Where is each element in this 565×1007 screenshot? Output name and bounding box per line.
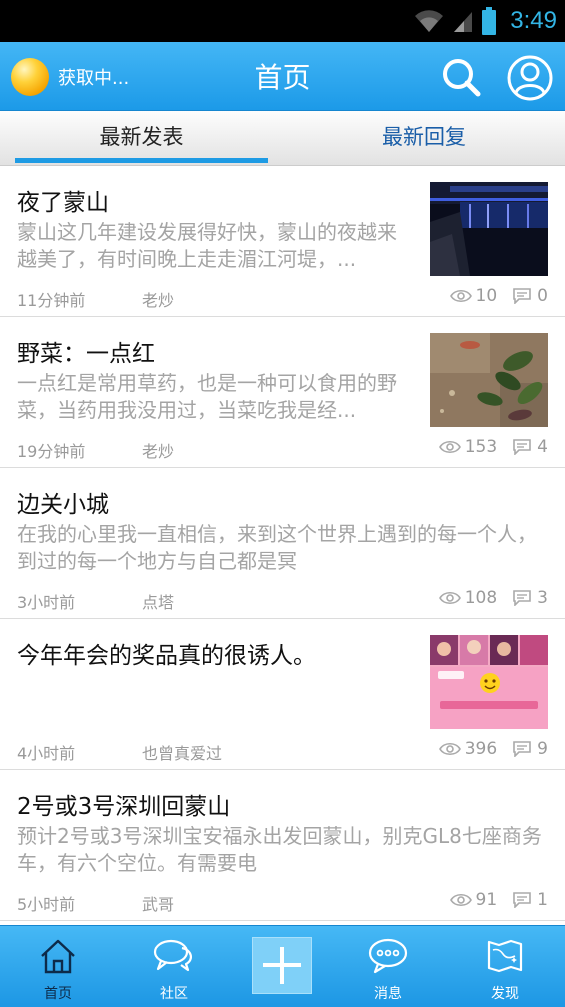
post-summary: 蒙山这几年建设发展得好快，蒙山的夜越来越美了，有时间晚上走走湄江河堤，... [17, 220, 397, 271]
tab-bar: 最新发表 最新回复 [0, 111, 565, 166]
post-stats: 108 3 [438, 588, 548, 608]
post-item[interactable]: 今年年会的奖品真的很诱人。 4小时前 也曾真爱过 396 9 [0, 619, 565, 770]
active-tab-indicator [15, 158, 268, 163]
post-author: 也曾真爱过 [142, 744, 223, 763]
post-summary: 预计2号或3号深圳宝安福永出发回蒙山，别克GL8七座商务车，有六个空位。有需要电 [17, 824, 542, 875]
wild-plant-image [430, 333, 548, 427]
post-time: 4小时前 [17, 744, 76, 763]
nav-discover[interactable]: 发现 [460, 926, 550, 1007]
map-icon [487, 939, 523, 973]
nav-messages-label: 消息 [374, 986, 402, 1002]
reply-count: 3 [537, 588, 548, 608]
add-post-button[interactable] [252, 937, 312, 994]
nav-discover-label: 发现 [491, 986, 519, 1002]
post-time: 3小时前 [17, 593, 76, 612]
post-summary: 在我的心里我一直相信，来到这个世界上遇到的每一个人，到过的每一个地方与自己都是冥 [17, 522, 537, 573]
eye-icon [438, 742, 461, 756]
post-stats: 10 0 [449, 286, 548, 306]
post-list[interactable]: 夜了蒙山 蒙山这几年建设发展得好快，蒙山的夜越来越美了，有时间晚上走走湄江河堤，… [0, 166, 565, 923]
post-item[interactable]: 野菜：一点红 一点红是常用草药，也是一种可以食用的野菜，当药用我没用过，当菜吃我… [0, 317, 565, 468]
post-item[interactable]: 边关小城 在我的心里我一直相信，来到这个世界上遇到的每一个人，到过的每一个地方与… [0, 468, 565, 619]
tab-latest-replies[interactable]: 最新回复 [283, 111, 565, 166]
post-title: 野菜：一点红 [17, 341, 155, 367]
reply-count: 1 [537, 890, 548, 910]
loading-text: 获取中... [58, 68, 130, 89]
reply-count: 9 [537, 739, 548, 759]
plus-icon [263, 947, 301, 984]
header-bar: 获取中... 首页 [0, 42, 565, 111]
app-logo[interactable] [11, 58, 49, 96]
post-author: 点塔 [142, 593, 175, 612]
nav-home-label: 首页 [44, 986, 72, 1002]
prize-collage-image [430, 635, 548, 729]
view-count: 10 [475, 286, 498, 306]
comment-icon [513, 892, 531, 908]
chat-bubbles-icon [153, 939, 192, 972]
night-river-image [430, 182, 548, 276]
post-time: 19分钟前 [17, 442, 86, 461]
user-icon [507, 55, 553, 101]
post-item[interactable]: 2号或3号深圳回蒙山 预计2号或3号深圳宝安福永出发回蒙山，别克GL8七座商务车… [0, 770, 565, 921]
post-thumbnail[interactable] [430, 333, 548, 427]
post-summary: 一点红是常用草药，也是一种可以食用的野菜，当药用我没用过，当菜吃我是经... [17, 371, 397, 422]
post-author: 老炒 [142, 442, 175, 461]
wifi-icon [415, 10, 444, 32]
reply-count: 4 [537, 437, 548, 457]
post-title: 2号或3号深圳回蒙山 [17, 794, 231, 820]
comment-icon [513, 590, 531, 606]
eye-icon [438, 440, 461, 454]
view-count: 153 [464, 437, 498, 457]
post-stats: 396 9 [438, 739, 548, 759]
post-thumbnail[interactable] [430, 635, 548, 729]
post-thumbnail[interactable] [430, 182, 548, 276]
post-title: 今年年会的奖品真的很诱人。 [17, 643, 316, 669]
home-icon [41, 939, 75, 974]
post-item[interactable]: 夜了蒙山 蒙山这几年建设发展得好快，蒙山的夜越来越美了，有时间晚上走走湄江河堤，… [0, 166, 565, 317]
battery-icon [482, 7, 497, 35]
post-title: 边关小城 [17, 492, 109, 518]
post-time: 11分钟前 [17, 291, 86, 310]
nav-community[interactable]: 社区 [129, 926, 219, 1007]
post-author: 老炒 [142, 291, 175, 310]
view-count: 396 [464, 739, 498, 759]
post-stats: 153 4 [438, 437, 548, 457]
reply-count: 0 [537, 286, 548, 306]
comment-icon [513, 288, 531, 304]
search-button[interactable] [440, 56, 482, 98]
post-author: 武哥 [142, 895, 175, 914]
post-title: 夜了蒙山 [17, 190, 109, 216]
view-count: 91 [475, 890, 498, 910]
eye-icon [438, 591, 461, 605]
status-time: 3:49 [510, 7, 557, 34]
post-time: 5小时前 [17, 895, 76, 914]
search-icon [443, 59, 481, 97]
comment-icon [513, 741, 531, 757]
post-stats: 91 1 [449, 890, 548, 910]
signal-icon [454, 12, 473, 32]
bottom-nav: 首页 社区 消息 发现 [0, 925, 565, 1007]
message-icon [368, 938, 408, 974]
nav-messages[interactable]: 消息 [343, 926, 433, 1007]
comment-icon [513, 439, 531, 455]
status-bar: 3:49 [0, 0, 565, 42]
nav-home[interactable]: 首页 [13, 926, 103, 1007]
eye-icon [449, 893, 472, 907]
view-count: 108 [464, 588, 498, 608]
user-profile-button[interactable] [507, 55, 553, 101]
nav-community-label: 社区 [160, 986, 188, 1002]
eye-icon [449, 289, 472, 303]
